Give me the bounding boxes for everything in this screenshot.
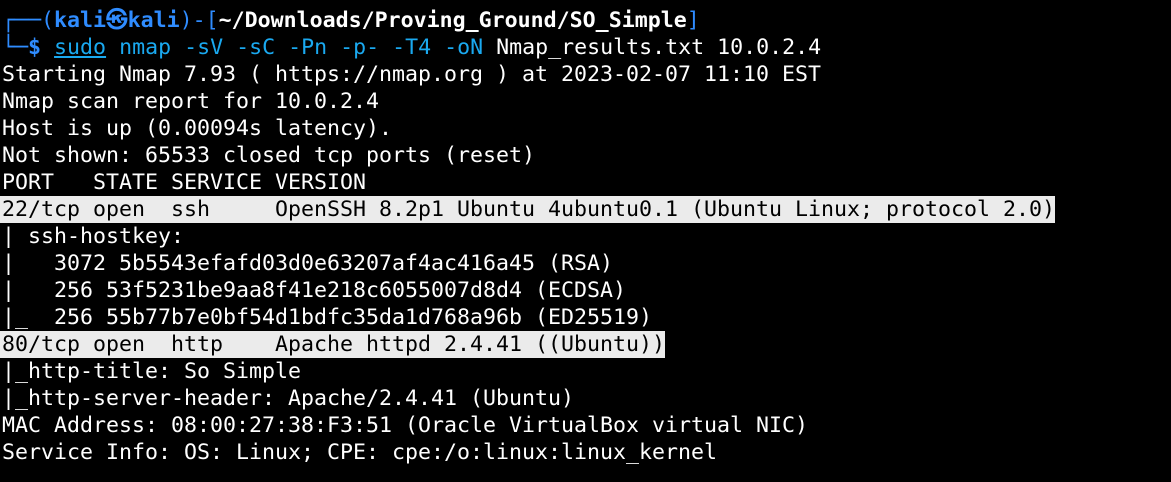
output-line-highlighted: 22/tcp open ssh OpenSSH 8.2p1 Ubuntu 4ub… <box>0 196 1171 223</box>
output-line: | 3072 5b5543efafd03d0e63207af4ac416a45 … <box>2 251 614 276</box>
kali-logo-icon: ㉿ <box>106 8 128 33</box>
prompt-frame-bottom: └─ <box>2 35 29 60</box>
output-line: Not shown: 65533 closed tcp ports (reset… <box>2 143 536 168</box>
output-line: Service Info: OS: Linux; CPE: cpe:/o:lin… <box>2 440 718 465</box>
prompt-frame-top: ┌──( <box>2 8 55 33</box>
output-line-highlighted: 80/tcp open http Apache httpd 2.4.41 ((U… <box>0 331 1171 358</box>
command-rest: Nmap_results.txt 10.0.2.4 <box>496 35 822 60</box>
selection-highlight-http: 80/tcp open http Apache httpd 2.4.41 ((U… <box>0 331 666 358</box>
output-line: |_ 256 55b77b7e0bf54d1bdfc35da1d768a96b … <box>2 305 653 330</box>
prompt-path-close: ] <box>686 8 700 33</box>
output-line: MAC Address: 08:00:27:38:F3:51 (Oracle V… <box>2 413 809 438</box>
command-args: -sV -sC -Pn -p- -T4 -oN <box>184 35 484 60</box>
output-line: | 256 53f5231be9aa8f41e218c6055007d8d4 (… <box>2 278 627 303</box>
output-line: Starting Nmap 7.93 ( https://nmap.org ) … <box>2 62 822 87</box>
prompt-line-2[interactable]: └─$ sudo nmap -sV -sC -Pn -p- -T4 -oN Nm… <box>0 34 1171 61</box>
output-line: Host is up (0.00094s latency). <box>2 116 393 141</box>
command-sudo: sudo <box>54 35 107 60</box>
prompt-path: ~/Downloads/Proving_Ground/SO_Simple <box>218 8 687 33</box>
output-line: Nmap scan report for 10.0.2.4 <box>2 89 380 114</box>
prompt-line-1: ┌──(kali㉿kali)-[~/Downloads/Proving_Grou… <box>0 7 1171 34</box>
prompt-separator: )-[ <box>179 8 219 33</box>
selection-highlight-ssh: 22/tcp open ssh OpenSSH 8.2p1 Ubuntu 4ub… <box>0 196 1056 223</box>
output-line: | ssh-hostkey: <box>2 224 198 249</box>
output-line-header: PORT STATE SERVICE VERSION <box>2 170 367 195</box>
prompt-host: kali <box>127 8 180 33</box>
terminal-window[interactable]: ┌──(kali㉿kali)-[~/Downloads/Proving_Grou… <box>0 0 1171 482</box>
output-line: |_http-title: So Simple <box>2 359 302 384</box>
prompt-dollar: $ <box>28 35 42 60</box>
prompt-user: kali <box>54 8 107 33</box>
command-name: nmap <box>119 35 172 60</box>
output-line: |_http-server-header: Apache/2.4.41 (Ubu… <box>2 386 575 411</box>
